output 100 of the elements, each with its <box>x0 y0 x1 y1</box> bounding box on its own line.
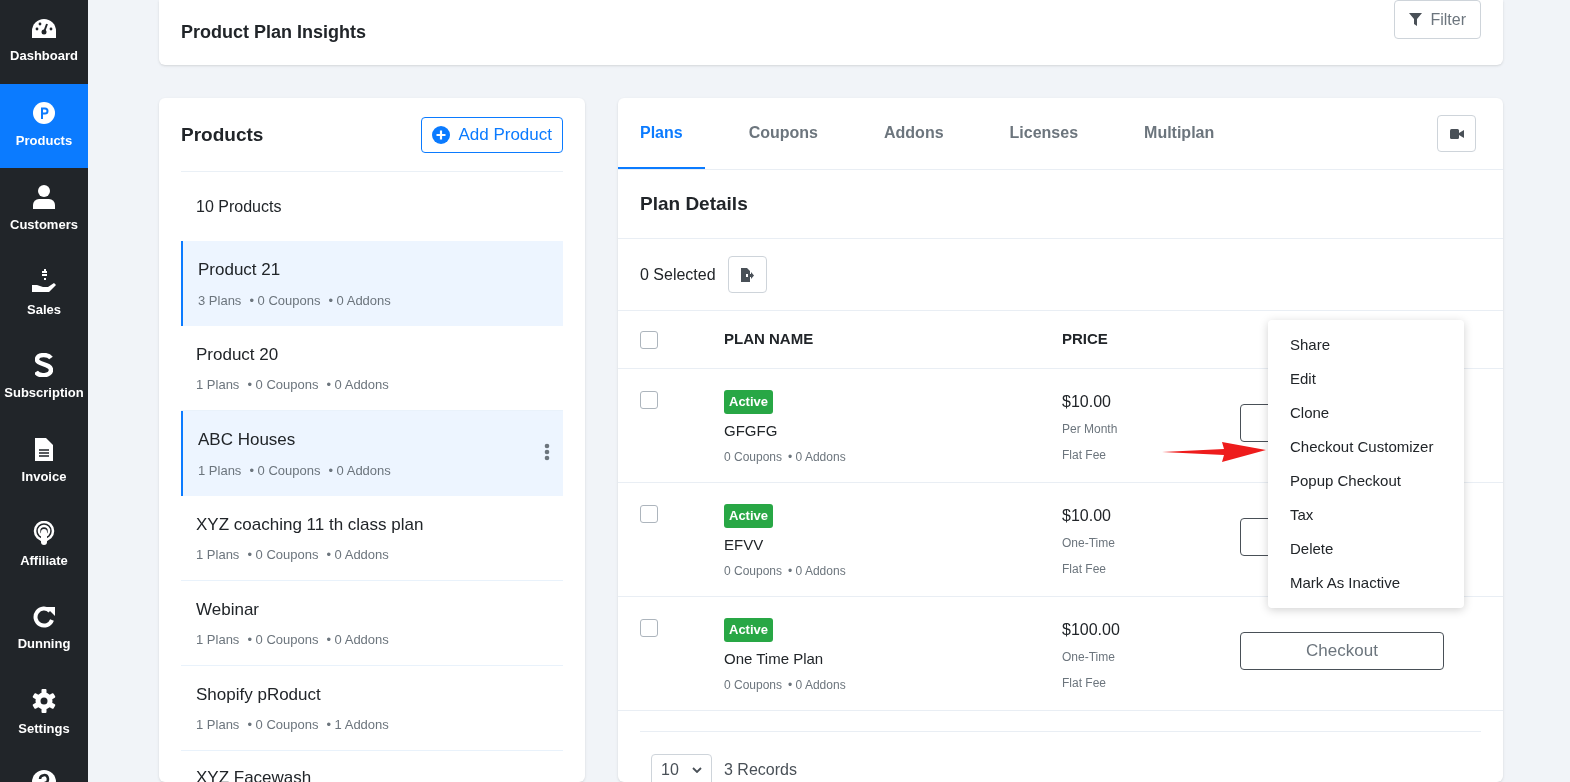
product-item[interactable]: Webinar 1 Plans • 0 Coupons • 0 Addons <box>181 581 563 666</box>
billing-period: One-Time <box>1062 535 1115 552</box>
product-item[interactable]: Shopify pRoduct 1 Plans • 0 Coupons • 1 Addons <box>181 666 563 751</box>
coupons-count: • 0 Coupons <box>247 716 319 734</box>
s-letter-icon <box>35 353 53 378</box>
kebab-menu-icon[interactable] <box>544 443 550 461</box>
p-circle-icon <box>32 101 56 126</box>
product-name: Product 20 <box>196 343 279 366</box>
addons-count: • 0 Addons <box>788 449 846 466</box>
hand-dollar-icon <box>31 268 57 295</box>
plan-name: EFVV <box>724 534 764 555</box>
sidebar-label: Sales <box>27 301 61 320</box>
records-count: 3 Records <box>724 760 797 780</box>
podcast-icon <box>33 521 55 546</box>
coupons-count: • 0 Coupons <box>247 546 319 564</box>
row-checkbox[interactable] <box>640 391 658 409</box>
tab[interactable]: Multiplan <box>1122 98 1237 169</box>
addons-count: • 1 Addons <box>326 716 389 734</box>
status-badge: Active <box>724 390 774 414</box>
billing-period: One-Time <box>1062 649 1115 666</box>
addons-count: • 0 Addons <box>326 546 389 564</box>
tab[interactable]: Coupons <box>726 98 840 169</box>
addons-count: • 0 Addons <box>328 461 391 480</box>
chevron-down-icon <box>692 767 702 773</box>
menu-item[interactable]: Checkout Customizer <box>1268 430 1464 464</box>
plan-name: One Time Plan <box>724 648 824 669</box>
plans-count: 1 Plans <box>196 631 240 649</box>
product-name: Webinar <box>196 598 259 621</box>
price: $10.00 <box>1062 392 1111 412</box>
gauge-icon <box>31 18 57 41</box>
tab[interactable]: Plans <box>618 98 705 169</box>
menu-item[interactable]: Edit <box>1268 362 1464 396</box>
billing-period: Per Month <box>1062 421 1118 438</box>
sidebar-label: Affiliate <box>20 552 68 571</box>
coupons-count: 0 Coupons <box>724 449 783 466</box>
document-icon <box>35 437 53 461</box>
coupons-count: • 0 Coupons <box>247 376 319 394</box>
coupons-count: • 0 Coupons <box>249 291 321 310</box>
plans-count: 1 Plans <box>196 546 240 564</box>
redo-icon <box>33 606 55 629</box>
video-button[interactable] <box>1437 115 1476 152</box>
plans-count: 1 Plans <box>198 461 242 480</box>
menu-item[interactable]: Mark As Inactive <box>1268 566 1464 600</box>
plans-count: 1 Plans <box>196 716 240 734</box>
sidebar-label: Invoice <box>21 467 67 486</box>
addons-count: • 0 Addons <box>788 677 846 694</box>
page-title: Product Plan Insights <box>181 21 367 44</box>
product-name: Shopify pRoduct <box>196 683 321 706</box>
export-icon <box>740 267 755 282</box>
coupons-count: • 0 Coupons <box>247 631 319 649</box>
section-title: Plan Details <box>640 191 748 216</box>
page-size-select[interactable]: 10 <box>651 754 712 782</box>
plus-circle-icon <box>432 126 451 144</box>
fee-type: Flat Fee <box>1062 447 1106 464</box>
fee-type: Flat Fee <box>1062 675 1106 692</box>
plan-name: GFGFG <box>724 420 778 441</box>
addons-count: • 0 Addons <box>326 376 389 394</box>
select-all-checkbox[interactable] <box>640 330 658 349</box>
filter-button[interactable]: Filter <box>1394 0 1481 39</box>
sidebar-label: Customers <box>10 216 78 235</box>
coupons-count: 0 Coupons <box>724 677 783 694</box>
filter-icon <box>1409 13 1423 26</box>
selected-count: 0 Selected <box>640 264 716 285</box>
product-item[interactable]: ABC Houses 1 Plans • 0 Coupons • 0 Addons <box>181 411 563 496</box>
coupons-count: • 0 Coupons <box>249 461 321 480</box>
plans-count: 3 Plans <box>198 291 242 310</box>
sidebar-label: Dunning <box>17 635 71 654</box>
price: $100.00 <box>1062 620 1120 640</box>
export-button[interactable] <box>727 256 767 293</box>
addons-count: • 0 Addons <box>326 631 389 649</box>
product-item[interactable]: XYZ coaching 11 th class plan 1 Plans • 0 Coupons • 0 Addons <box>181 496 563 581</box>
checkout-button[interactable]: Checkout <box>1240 632 1444 670</box>
column-header: PRICE <box>1062 329 1108 350</box>
tab[interactable]: Addons <box>862 98 966 169</box>
sidebar-label: Products <box>15 132 73 151</box>
product-name: ABC Houses <box>198 429 296 451</box>
fee-type: Flat Fee <box>1062 561 1106 578</box>
user-icon <box>33 185 55 210</box>
menu-item[interactable]: Popup Checkout <box>1268 464 1464 498</box>
addons-count: • 0 Addons <box>328 291 391 310</box>
status-badge: Active <box>724 618 774 642</box>
sidebar-label: Subscription <box>4 384 84 403</box>
tab[interactable]: Licenses <box>987 98 1101 169</box>
addons-count: • 0 Addons <box>788 563 846 580</box>
panel-title: Products <box>181 122 264 147</box>
menu-item[interactable]: Tax <box>1268 498 1464 532</box>
menu-item[interactable]: Delete <box>1268 532 1464 566</box>
price: $10.00 <box>1062 506 1111 526</box>
product-name: Product 21 <box>198 259 281 281</box>
product-name: XYZ coaching 11 th class plan <box>196 513 424 536</box>
row-checkbox[interactable] <box>640 619 658 637</box>
sidebar-item[interactable]: Products <box>0 84 88 168</box>
menu-item[interactable]: Share <box>1268 328 1464 362</box>
menu-item[interactable]: Clone <box>1268 396 1464 430</box>
add-product-button[interactable]: Add Product <box>421 117 563 153</box>
column-header: PLAN NAME <box>724 329 815 350</box>
settings-icon <box>32 689 56 714</box>
status-badge: Active <box>724 504 774 528</box>
row-checkbox[interactable] <box>640 505 658 523</box>
product-item[interactable]: Product 21 3 Plans • 0 Coupons • 0 Addons <box>181 241 563 326</box>
